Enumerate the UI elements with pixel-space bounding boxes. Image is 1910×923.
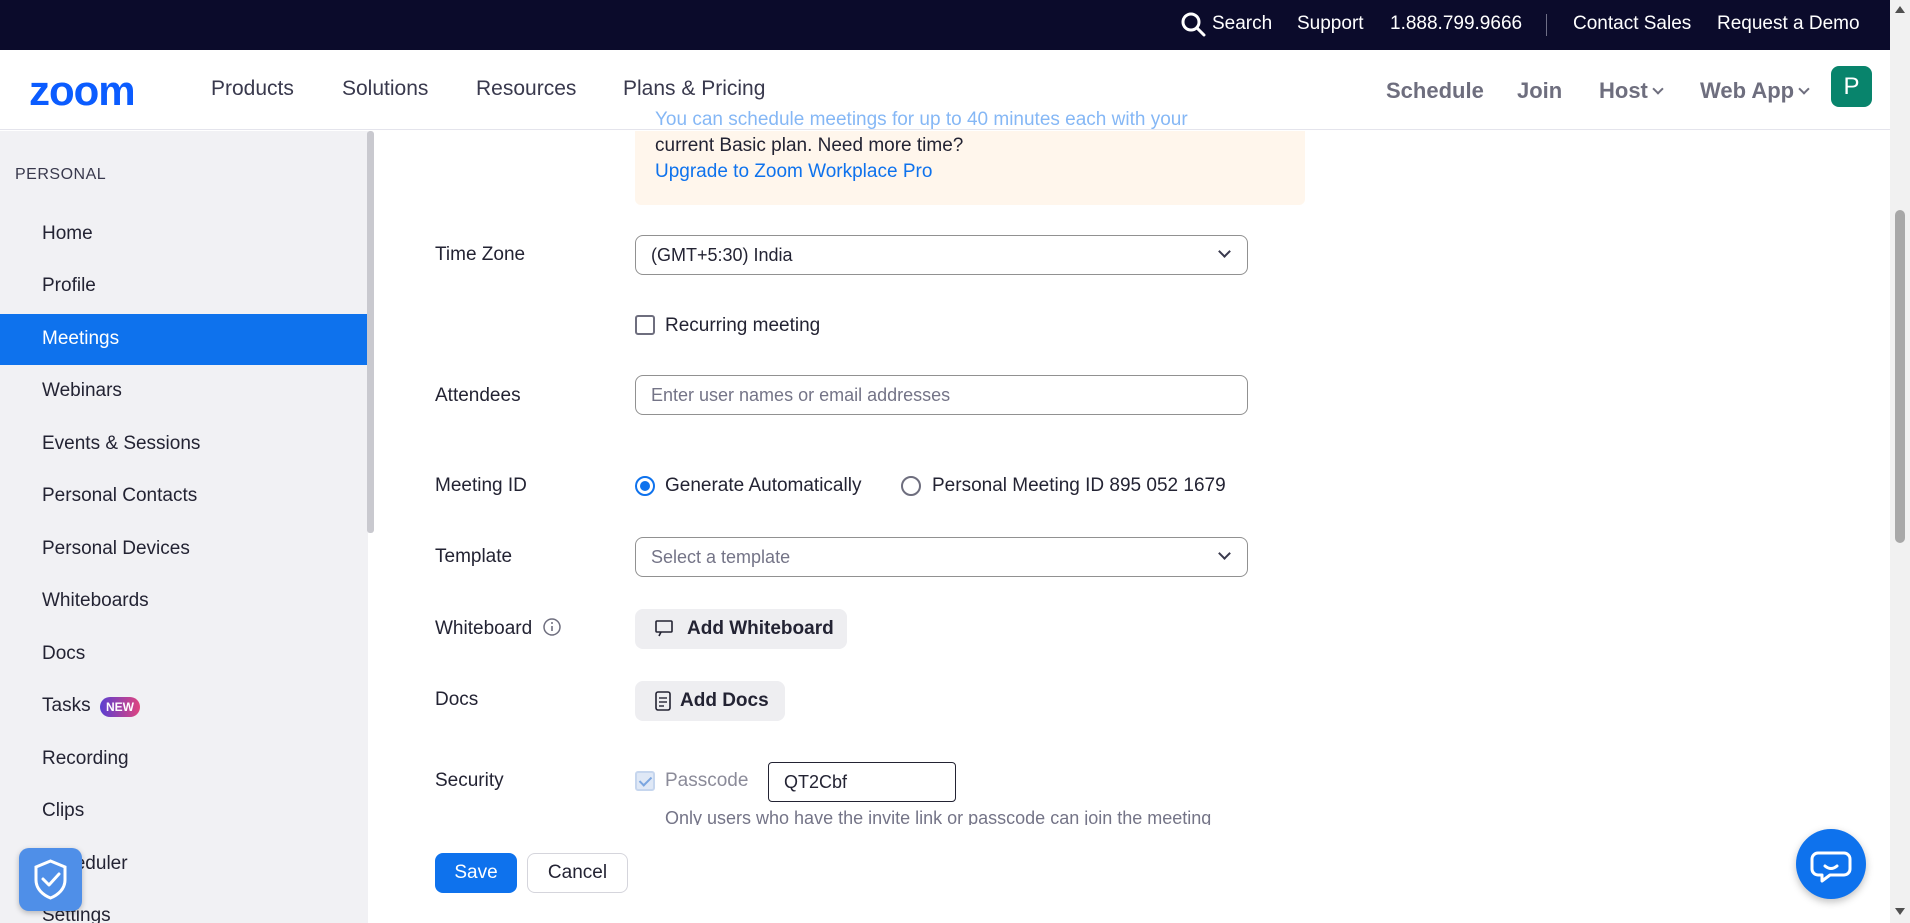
support-link[interactable]: Support — [1297, 13, 1364, 35]
sidebar-item-label: Whiteboards — [42, 590, 149, 611]
nav-host[interactable]: Host — [1599, 78, 1664, 104]
passcode-checkbox[interactable] — [635, 771, 655, 791]
phone-link[interactable]: 1.888.799.9666 — [1390, 13, 1522, 35]
sidebar-item-label: Home — [42, 223, 93, 244]
avatar[interactable]: P — [1831, 66, 1872, 107]
sidebar-item-label: Clips — [42, 800, 85, 821]
passcode-input[interactable]: QT2Cbf — [768, 762, 956, 802]
nav-plans-pricing[interactable]: Plans & Pricing — [623, 77, 765, 101]
sidebar-item-label: Personal Contacts — [42, 485, 198, 506]
sidebar-item-label: Events & Sessions — [42, 433, 201, 454]
meeting-id-label: Meeting ID — [435, 475, 527, 496]
sidebar-item-label: Webinars — [42, 380, 122, 401]
add-whiteboard-label: Add Whiteboard — [687, 618, 834, 639]
add-docs-label: Add Docs — [680, 690, 769, 711]
sidebar-item-clips[interactable]: Clips — [0, 786, 368, 837]
meeting-id-personal-label: Personal Meeting ID 895 052 1679 — [932, 475, 1226, 496]
contact-sales-link[interactable]: Contact Sales — [1573, 13, 1691, 35]
chat-icon — [1810, 851, 1852, 883]
new-badge: NEW — [100, 697, 140, 717]
attendees-placeholder: Enter user names or email addresses — [651, 385, 951, 405]
chevron-down-icon — [1798, 83, 1810, 95]
upgrade-link[interactable]: Upgrade to Zoom Workplace Pro — [655, 161, 932, 183]
sidebar-scrollbar[interactable] — [367, 131, 374, 533]
sidebar-item-recording[interactable]: Recording — [0, 734, 368, 785]
plan-limit-notice: You can schedule meetings for up to 40 m… — [635, 109, 1305, 205]
notice-text: current Basic plan. Need more time? — [655, 135, 964, 156]
time-zone-label: Time Zone — [435, 244, 526, 265]
zoom-logo[interactable]: zoom — [29, 67, 136, 115]
sidebar-item-personal-devices[interactable]: Personal Devices — [0, 524, 368, 575]
nav-schedule[interactable]: Schedule — [1386, 78, 1484, 104]
topbar-divider — [1546, 14, 1547, 36]
info-icon[interactable] — [542, 617, 562, 637]
sidebar-item-docs[interactable]: Docs — [0, 629, 368, 680]
sidebar-item-personal-contacts[interactable]: Personal Contacts — [0, 471, 368, 522]
sidebar-item-label: Meetings — [42, 328, 120, 349]
sidebar-section-personal: PERSONAL — [15, 166, 107, 183]
time-zone-select[interactable]: (GMT+5:30) India — [635, 235, 1248, 275]
passcode-hint: Only users who have the invite link or p… — [665, 808, 1212, 825]
template-placeholder: Select a template — [651, 547, 791, 567]
nav-resources[interactable]: Resources — [476, 77, 576, 101]
attendees-label: Attendees — [435, 385, 521, 406]
shield-icon — [34, 859, 67, 900]
search-link[interactable]: Search — [1180, 12, 1273, 37]
meeting-id-personal-radio[interactable] — [901, 476, 921, 496]
nav-web-app-label: Web App — [1700, 78, 1795, 103]
add-whiteboard-button[interactable]: Add Whiteboard — [635, 609, 847, 649]
recurring-checkbox[interactable] — [635, 315, 655, 335]
chevron-down-icon — [1218, 245, 1231, 258]
security-label: Security — [435, 770, 504, 791]
page-scrollbar[interactable] — [1890, 0, 1910, 923]
top-utility-bar: Search Support 1.888.799.9666 Contact Sa… — [0, 0, 1890, 50]
save-button[interactable]: Save — [435, 853, 517, 893]
nav-products[interactable]: Products — [211, 77, 294, 101]
sidebar-item-home[interactable]: Home — [0, 209, 368, 260]
passcode-value: QT2Cbf — [784, 772, 848, 792]
sidebar-item-whiteboards[interactable]: Whiteboards — [0, 576, 368, 627]
sidebar-item-tasks[interactable]: Tasks NEW — [0, 681, 368, 732]
cancel-button[interactable]: Cancel — [527, 853, 628, 893]
sidebar-item-profile[interactable]: Profile — [0, 261, 368, 312]
scroll-down-arrow-icon[interactable] — [1895, 908, 1905, 915]
sidebar: PERSONAL Home Profile Meetings Webinars … — [0, 131, 368, 923]
search-label: Search — [1212, 13, 1273, 34]
search-icon — [1181, 12, 1206, 37]
nav-join[interactable]: Join — [1517, 78, 1562, 104]
docs-label: Docs — [435, 689, 479, 710]
passcode-label: Passcode — [665, 770, 749, 791]
document-icon — [655, 691, 671, 711]
chevron-down-icon — [1652, 83, 1664, 95]
add-docs-button[interactable]: Add Docs — [635, 681, 785, 721]
meeting-id-auto-label: Generate Automatically — [665, 475, 862, 496]
template-label: Template — [435, 546, 513, 567]
nav-host-label: Host — [1599, 78, 1648, 103]
whiteboard-icon — [655, 620, 673, 637]
sidebar-item-label: Docs — [42, 643, 86, 664]
chat-support-button[interactable] — [1796, 829, 1866, 899]
sidebar-item-label: Personal Devices — [42, 538, 190, 559]
sidebar-item-events-sessions[interactable]: Events & Sessions — [0, 419, 368, 470]
whiteboard-label: Whiteboard — [435, 618, 533, 639]
notice-faded-line: You can schedule meetings for up to 40 m… — [655, 109, 1188, 130]
template-select[interactable]: Select a template — [635, 537, 1248, 577]
attendees-input[interactable]: Enter user names or email addresses — [635, 375, 1248, 415]
meeting-id-auto-radio[interactable] — [635, 476, 655, 496]
scroll-up-arrow-icon[interactable] — [1895, 6, 1905, 13]
sidebar-item-label: Profile — [42, 275, 96, 296]
privacy-shield-button[interactable] — [19, 848, 82, 911]
sidebar-item-webinars[interactable]: Webinars — [0, 366, 368, 417]
chevron-down-icon — [1218, 547, 1231, 560]
scrollbar-thumb[interactable] — [1895, 210, 1905, 543]
nav-solutions[interactable]: Solutions — [342, 77, 428, 101]
request-demo-link[interactable]: Request a Demo — [1717, 13, 1860, 35]
nav-web-app[interactable]: Web App — [1700, 78, 1810, 104]
sidebar-item-label: Tasks — [42, 695, 91, 716]
sidebar-item-meetings[interactable]: Meetings — [0, 314, 368, 365]
time-zone-value: (GMT+5:30) India — [651, 245, 793, 265]
recurring-label: Recurring meeting — [665, 315, 821, 336]
sidebar-item-label: Recording — [42, 748, 129, 769]
